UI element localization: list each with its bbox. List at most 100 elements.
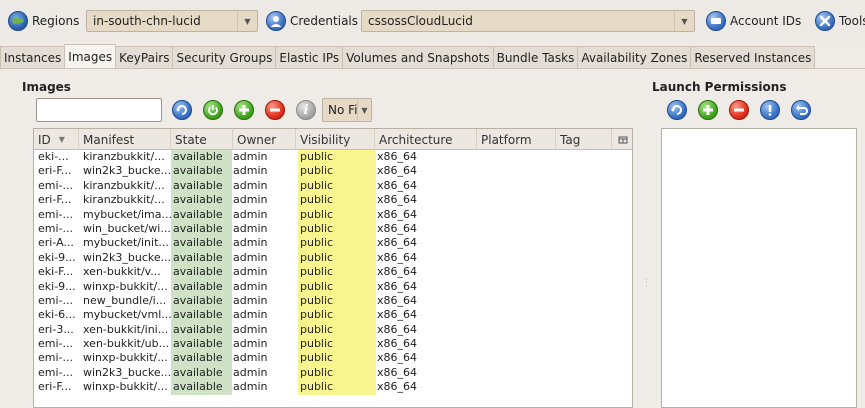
credentials-select[interactable]: cssossCloudLucid ▼ [361,10,695,32]
cell-state: available [171,308,232,323]
table-row[interactable]: emi-... kiranzbukkit/... available admin pub… [34,178,632,194]
table-row[interactable]: emi-... win2k3_bucke... available admin publ… [34,365,632,381]
table-row[interactable]: eri-F... win2k3_bucke... available admin pub… [34,164,632,179]
lp-remove-button[interactable] [729,100,749,120]
cell-owner: admin [233,351,268,365]
table-row[interactable]: eki-9... winxp-bukkit/... available admin pu… [34,279,632,294]
region-select-value: in-south-chn-lucid [93,14,201,28]
cell-owner: admin [233,308,268,322]
table-row[interactable]: emi-... new_bundle/i... available admin publ… [34,293,632,309]
images-search-input[interactable] [36,98,162,122]
deregister-image-button[interactable] [265,100,285,120]
column-header-platform[interactable]: Platform [477,129,556,150]
tab-instances[interactable]: Instances [0,46,66,68]
column-header-visibility[interactable]: Visibility [296,129,375,150]
account-ids-button[interactable]: Account IDs [706,9,801,33]
filter-select-value: No Filt... [328,103,357,117]
column-header-id[interactable]: ID ▼ [34,129,79,150]
cell-id: eri-F... [38,380,72,394]
cell-state: available [171,380,232,395]
table-row[interactable]: emi-... winxp-bukkit/... available admin pub… [34,351,632,366]
cell-platform [481,366,555,380]
lp-alert-button[interactable] [760,100,780,120]
cell-owner: admin [233,178,268,192]
cell-tag [560,380,610,394]
cell-owner: admin [233,221,268,235]
cell-tag [560,280,610,294]
column-chooser-button[interactable] [612,129,632,150]
credentials-group: Credentials [266,9,358,33]
cell-architecture: x86_64 [377,380,418,394]
cell-id: eki-9... [38,279,76,293]
cell-tag [560,164,610,178]
info-button[interactable]: i [296,100,316,120]
tab-security-groups[interactable]: Security Groups [172,46,277,68]
images-title: Images [22,80,71,94]
cell-tag [560,351,610,365]
table-row[interactable]: eki-9... win2k3_bucke... available admin pub… [34,250,632,266]
tab-availability-zones[interactable]: Availability Zones [577,46,692,68]
cell-manifest: xen-bukkit/ini... [83,322,169,336]
cell-id: emi-... [38,221,73,235]
cell-manifest: win2k3_bucke... [83,250,171,264]
table-row[interactable]: eri-F... winxp-bukkit/... available admin pu… [34,380,632,395]
chevron-down-icon: ▼ [237,11,257,31]
table-row[interactable]: eri-A... mybucket/init... available admin pu… [34,236,632,251]
tab-volumes-snapshots[interactable]: Volumes and Snapshots [342,46,494,68]
table-row[interactable]: emi-... mybucket/ima... available admin publ… [34,207,632,222]
cell-visibility: public [298,178,376,194]
refresh-icon [176,105,187,115]
cell-architecture: x86_64 [377,207,418,221]
table-row[interactable]: eki-... kiranzbukkit/... available admin pub… [34,150,632,165]
cell-platform [481,164,555,178]
cell-manifest: winxp-bukkit/... [83,380,168,394]
lp-reset-button[interactable] [791,100,811,120]
register-image-button[interactable] [234,100,254,120]
tab-images[interactable]: Images [64,44,117,68]
region-select[interactable]: in-south-chn-lucid ▼ [86,10,258,32]
table-row[interactable]: emi-... win_bucket/wi... available admin pub… [34,221,632,237]
lp-add-button[interactable] [698,100,718,120]
tab-keypairs[interactable]: KeyPairs [115,46,174,68]
refresh-button[interactable] [172,100,192,120]
cell-state: available [171,150,232,165]
refresh-icon [671,105,682,115]
table-row[interactable]: emi-... xen-bukkit/ub... available admin pub… [34,337,632,352]
launch-button[interactable] [203,100,223,120]
cell-architecture: x86_64 [377,322,418,336]
cell-platform [481,323,555,337]
lp-refresh-button[interactable] [667,100,687,120]
cell-id: emi-... [38,365,73,379]
cell-owner: admin [233,337,268,351]
cell-architecture: x86_64 [377,236,418,250]
cell-visibility: public [298,207,376,222]
cell-architecture: x86_64 [377,293,418,307]
cell-owner: admin [233,164,268,178]
tab-reserved-instances[interactable]: Reserved Instances [690,46,816,68]
column-header-manifest[interactable]: Manifest [79,129,171,150]
chevron-down-icon: ▼ [674,11,694,31]
column-header-tag[interactable]: Tag [556,129,612,150]
tab-bundle-tasks[interactable]: Bundle Tasks [492,46,579,68]
cell-state: available [171,236,232,251]
column-header-owner[interactable]: Owner [233,129,296,150]
cell-architecture: x86_64 [377,279,418,293]
images-filter-select[interactable]: No Filt... ▼ [322,98,372,122]
table-row[interactable]: eki-6... mybucket/vml... available admin pub… [34,308,632,323]
table-row[interactable]: eri-3... xen-bukkit/ini... available admin p… [34,322,632,338]
tab-elastic-ips[interactable]: Elastic IPs [275,46,344,68]
cell-architecture: x86_64 [377,337,418,351]
cell-tag [560,150,610,164]
launch-permissions-list[interactable] [661,128,857,408]
cell-id: eki-... [38,150,69,163]
pane-splitter-handle[interactable]: ⋮ [642,278,651,292]
cell-manifest: mybucket/init... [83,236,169,250]
tools-button[interactable]: Tools [815,9,865,33]
column-header-architecture[interactable]: Architecture [375,129,477,150]
table-row[interactable]: eki-F... xen-bukkit/v... available admin pub… [34,265,632,280]
cell-owner: admin [233,236,268,250]
table-row[interactable]: eri-F... kiranzbukkit/... available admin pu… [34,193,632,208]
column-header-state[interactable]: State [171,129,233,150]
cell-tag [560,308,610,322]
cell-platform [481,294,555,308]
